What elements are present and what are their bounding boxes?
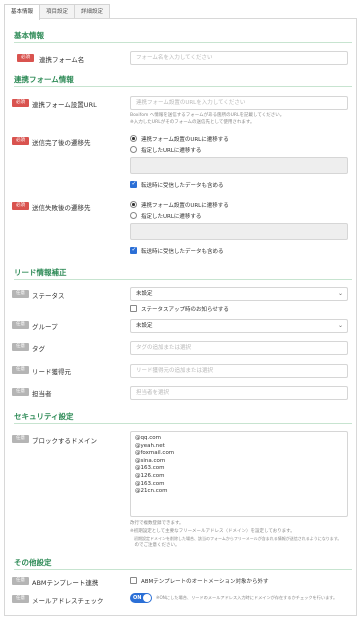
group-label: グループ: [32, 323, 58, 331]
owner-label: 担当者: [32, 390, 52, 398]
mail-check-toggle-text: ON: [133, 595, 142, 601]
blocked-domains-hint: 初期設定ドメインを削除した場合、該当のフォームからフリーメールが含まれる情報が送…: [130, 536, 342, 541]
complete-custom-url-input[interactable]: [130, 157, 348, 174]
section-title-security: セキュリティ設定: [14, 412, 74, 421]
tab-item-settings[interactable]: 項目設定: [39, 4, 76, 19]
tab-detail-settings[interactable]: 詳細設定: [74, 4, 111, 19]
optional-badge: 任意: [12, 577, 29, 585]
complete-radio-form-url-label: 連携フォーム設置のURLに遷移する: [141, 137, 229, 143]
section-divider: [14, 279, 352, 280]
optional-badge: 任意: [12, 435, 29, 443]
form-url-hint: ※入力したURLがそのフォームの送信先として使用されます。: [130, 120, 255, 125]
section-divider: [14, 423, 352, 424]
complete-radio-custom-url[interactable]: [130, 146, 137, 153]
optional-badge: 任意: [12, 290, 29, 298]
domain-line: @yeah.net: [135, 442, 165, 449]
section-title-lead: リード情報補正: [14, 268, 67, 277]
blocked-domains-hint: ※初期設定として主要なフリーメールアドレス（ドメイン）を設定しております。: [130, 529, 295, 534]
fail-radio-form-url-label: 連携フォーム設置のURLに遷移する: [141, 203, 229, 209]
fail-radio-custom-url-label: 指定したURLに遷移する: [141, 214, 202, 220]
optional-badge: 任意: [12, 595, 29, 603]
tag-label: タグ: [32, 345, 45, 353]
status-select-value: 未設定: [136, 291, 153, 297]
lead-source-label: リード獲得元: [32, 368, 71, 376]
fail-custom-url-input[interactable]: [130, 223, 348, 240]
mail-check-label: メールアドレスチェック: [32, 597, 104, 605]
complete-redirect-label: 送信完了後の遷移先: [32, 139, 91, 147]
form-url-hint: Boxifom へ情報を送信するフォームがある箇所のURLを記載してください。: [130, 113, 285, 118]
section-divider: [14, 42, 352, 43]
toggle-knob: [143, 594, 151, 602]
section-title-other: その他設定: [14, 558, 52, 567]
required-badge: 必須: [12, 137, 29, 145]
status-notify-label: ステータスアップ時のお知らせする: [141, 307, 229, 313]
domain-line: @foxmail.com: [135, 450, 175, 457]
status-select[interactable]: 未設定 ⌄: [130, 287, 348, 301]
lead-source-input[interactable]: リード獲得元の追加または選択: [130, 364, 348, 378]
owner-input[interactable]: 担当者を選択: [130, 386, 348, 400]
section-divider: [14, 569, 352, 570]
section-title-destination: 連携フォーム情報: [14, 75, 74, 84]
complete-include-data-label: 転送時に受信したデータも含める: [141, 183, 224, 189]
status-notify-checkbox[interactable]: [130, 305, 137, 312]
domain-line: @qq.com: [135, 435, 161, 441]
tab-basic-info[interactable]: 基本情報: [4, 4, 41, 20]
settings-panel: 基本情報 必須 連携フォーム名 フォーム名を入力してください 連携フォーム情報 …: [4, 18, 357, 616]
group-select-value: 未設定: [136, 323, 153, 329]
required-badge: 必須: [12, 99, 29, 107]
abm-template-checkbox-label: ABMテンプレートのオートメーション対象から外す: [141, 579, 269, 585]
optional-badge: 任意: [12, 366, 29, 374]
blocked-domains-hint: 改行で複数登録できます。: [130, 521, 184, 526]
chevron-down-icon: ⌄: [337, 322, 343, 329]
optional-badge: 任意: [12, 388, 29, 396]
optional-badge: 任意: [12, 321, 29, 329]
form-name-label: 連携フォーム名: [39, 56, 85, 64]
mail-check-hint: ※ONにした場合、リードのメールアドレス入力時にドメインが存在するかチェックを行…: [156, 595, 338, 600]
fail-include-data-checkbox[interactable]: [130, 246, 137, 254]
blocked-domains-textarea[interactable]: @qq.com @yeah.net @foxmail.com @sina.com…: [130, 431, 348, 517]
abm-template-checkbox[interactable]: [130, 577, 137, 584]
domain-line: @21cn.com: [135, 488, 168, 495]
tag-input[interactable]: タグの追加または選択: [130, 341, 348, 355]
form-url-label: 連携フォーム設置URL: [32, 101, 97, 109]
section-divider: [14, 86, 352, 87]
status-label: ステータス: [32, 292, 65, 300]
fail-radio-form-url[interactable]: [130, 201, 137, 208]
form-url-input[interactable]: 連携フォーム設置のURLを入力してください: [130, 96, 348, 110]
required-badge: 必須: [17, 54, 34, 62]
domain-line: @126.com: [135, 472, 165, 479]
blocked-domains-label: ブロックするドメイン: [32, 437, 97, 445]
domain-line: @163.com: [135, 465, 165, 472]
domain-line: @sina.com: [135, 457, 166, 464]
optional-badge: 任意: [12, 343, 29, 351]
fail-radio-custom-url[interactable]: [130, 212, 137, 219]
complete-include-data-checkbox[interactable]: [130, 180, 137, 188]
tab-bar: 基本情報 項目設定 詳細設定: [4, 4, 111, 20]
domain-line: @163.com: [135, 480, 165, 487]
fail-include-data-label: 転送時に受信したデータも含める: [141, 249, 224, 255]
complete-radio-custom-url-label: 指定したURLに遷移する: [141, 148, 202, 154]
fail-redirect-label: 送信失敗後の遷移先: [32, 204, 91, 212]
complete-radio-form-url[interactable]: [130, 135, 137, 142]
chevron-down-icon: ⌄: [337, 290, 343, 297]
abm-template-label: ABMテンプレート連携: [32, 579, 99, 587]
form-name-input[interactable]: フォーム名を入力してください: [130, 51, 348, 65]
group-select[interactable]: 未設定 ⌄: [130, 319, 348, 333]
required-badge: 必須: [12, 202, 29, 210]
section-title-basic: 基本情報: [14, 31, 44, 40]
blocked-domains-hint: のでご注意ください。: [130, 543, 180, 548]
mail-check-toggle[interactable]: ON: [130, 593, 152, 603]
